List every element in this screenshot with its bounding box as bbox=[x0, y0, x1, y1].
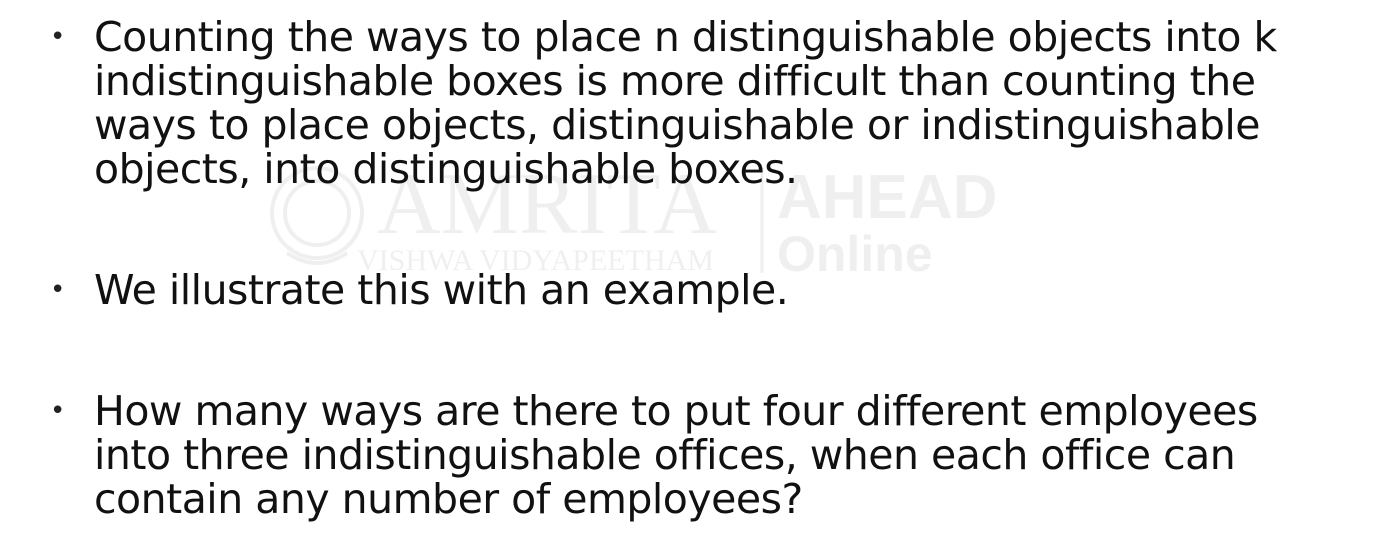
bullet-text-3: How many ways are there to put four diff… bbox=[94, 387, 1258, 523]
bullet-icon: • bbox=[50, 22, 66, 52]
slide: AMRITA VISHWA VIDYAPEETHAM AHEAD Online … bbox=[0, 0, 1387, 547]
bullet-icon: • bbox=[50, 396, 66, 426]
bullet-text-2: We illustrate this with an example. bbox=[94, 266, 789, 314]
bullet-list: • Counting the ways to place n distingui… bbox=[0, 0, 1387, 547]
bullet-text-1: Counting the ways to place n distinguish… bbox=[94, 13, 1277, 193]
bullet-icon: • bbox=[50, 275, 66, 305]
